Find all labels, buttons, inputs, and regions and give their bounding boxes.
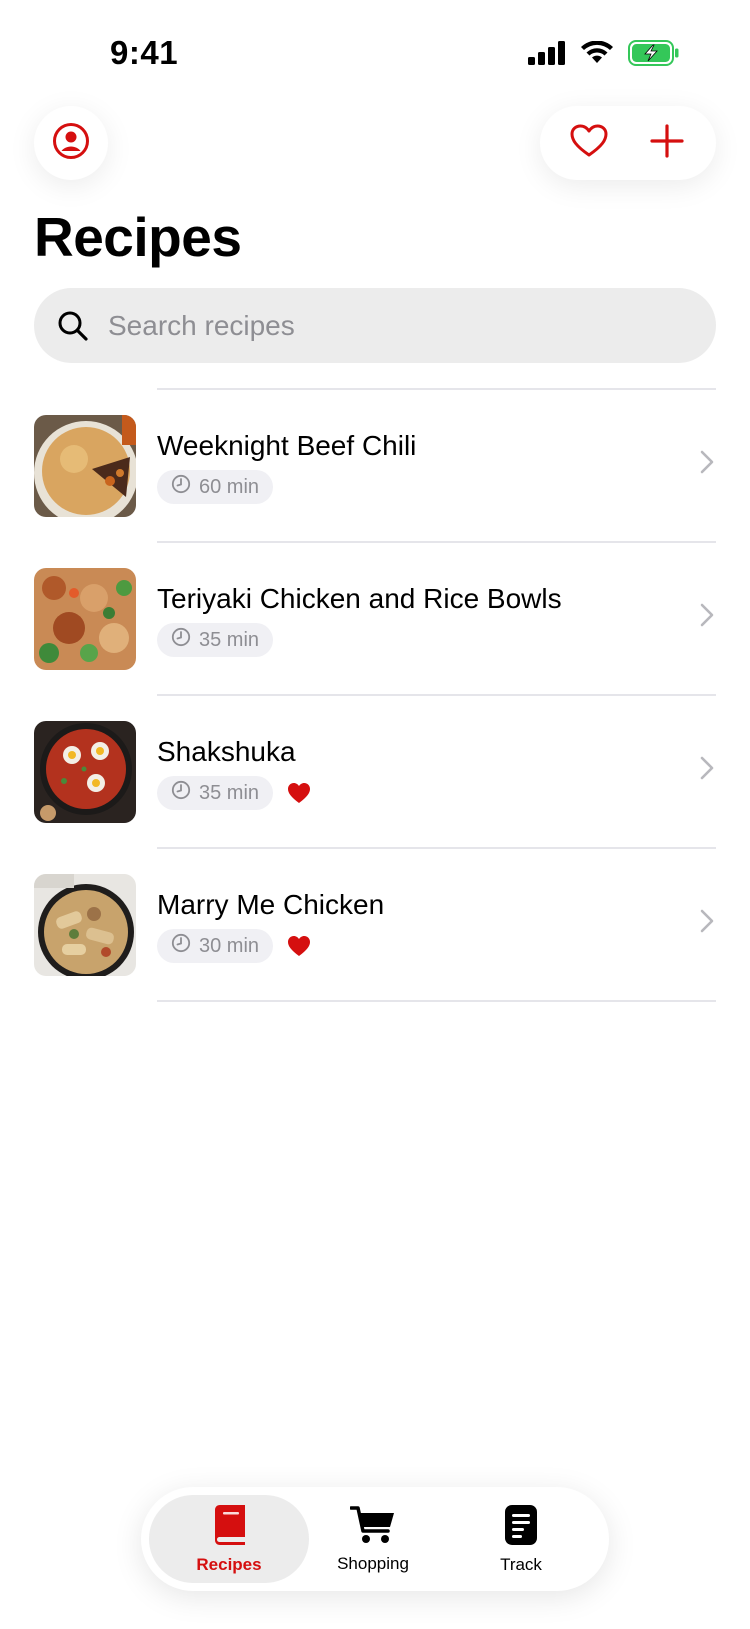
page-title: Recipes bbox=[34, 206, 242, 268]
recipe-row-weeknight-beef-chili[interactable]: Weeknight Beef Chili 60 min bbox=[0, 390, 750, 541]
heart-filled-icon bbox=[287, 782, 311, 804]
teriyaki-bowl-photo bbox=[34, 568, 136, 670]
search-icon bbox=[56, 309, 90, 343]
clock-icon bbox=[171, 933, 191, 959]
list-divider bbox=[157, 1000, 716, 1002]
tab-label: Shopping bbox=[337, 1553, 409, 1573]
search-input[interactable] bbox=[106, 308, 670, 343]
marry-me-chicken-photo bbox=[34, 874, 136, 976]
chevron-right-icon bbox=[700, 603, 714, 632]
time-label: 30 min bbox=[199, 934, 260, 957]
document-icon bbox=[504, 1504, 538, 1551]
profile-button[interactable] bbox=[34, 106, 108, 180]
wifi-icon bbox=[580, 40, 614, 70]
status-bar: 9:41 bbox=[0, 0, 750, 100]
time-label: 35 min bbox=[199, 628, 260, 651]
clock-icon bbox=[171, 780, 191, 806]
search-bar[interactable] bbox=[34, 288, 716, 363]
tab-label: Recipes bbox=[196, 1554, 262, 1574]
add-recipe-button[interactable] bbox=[637, 113, 697, 173]
recipe-name: Teriyaki Chicken and Rice Bowls bbox=[157, 583, 562, 614]
heart-filled-icon bbox=[287, 935, 311, 957]
recipe-meta: 60 min bbox=[157, 470, 274, 504]
recipe-list: Weeknight Beef Chili 60 min Teriyaki Chi… bbox=[0, 388, 750, 1002]
tab-bar: Recipes Shopping Track bbox=[141, 1487, 609, 1591]
clock-icon bbox=[171, 627, 191, 653]
clock-icon bbox=[171, 474, 191, 500]
time-label: 35 min bbox=[199, 781, 260, 804]
plus-icon bbox=[650, 123, 684, 163]
book-icon bbox=[211, 1504, 247, 1551]
time-label: 60 min bbox=[199, 475, 260, 498]
cellular-signal-icon bbox=[528, 41, 566, 70]
recipe-row-shakshuka[interactable]: Shakshuka 35 min bbox=[0, 696, 750, 847]
cart-icon bbox=[349, 1505, 396, 1550]
chevron-right-icon bbox=[700, 756, 714, 785]
beef-chili-photo bbox=[34, 415, 136, 517]
tab-label: Track bbox=[500, 1554, 542, 1574]
chevron-right-icon bbox=[700, 909, 714, 938]
status-icons bbox=[528, 40, 680, 71]
shakshuka-photo bbox=[34, 721, 136, 823]
tab-track[interactable]: Track bbox=[441, 1495, 601, 1583]
recipe-name: Shakshuka bbox=[157, 736, 296, 767]
time-badge: 35 min bbox=[157, 623, 274, 657]
time-badge: 30 min bbox=[157, 929, 274, 963]
recipe-meta: 35 min bbox=[157, 623, 274, 657]
recipe-row-marry-me-chicken[interactable]: Marry Me Chicken 30 min bbox=[0, 849, 750, 1000]
recipes-screen: 9:41 Recipes Search recipes Weeknight Be… bbox=[0, 0, 750, 1629]
chevron-right-icon bbox=[700, 450, 714, 479]
profile-icon bbox=[52, 122, 90, 165]
recipe-row-teriyaki-chicken[interactable]: Teriyaki Chicken and Rice Bowls 35 min bbox=[0, 543, 750, 694]
time-badge: 60 min bbox=[157, 470, 274, 504]
tab-shopping[interactable]: Shopping bbox=[293, 1495, 453, 1583]
time-badge: 35 min bbox=[157, 776, 274, 810]
recipe-meta: 30 min bbox=[157, 929, 311, 963]
recipe-name: Marry Me Chicken bbox=[157, 889, 385, 920]
header-actions bbox=[540, 106, 716, 180]
recipe-meta: 35 min bbox=[157, 776, 311, 810]
heart-outline-icon bbox=[570, 124, 608, 163]
battery-charging-icon bbox=[628, 40, 680, 71]
favorites-button[interactable] bbox=[559, 113, 619, 173]
tab-recipes[interactable]: Recipes bbox=[149, 1495, 309, 1583]
recipe-name: Weeknight Beef Chili bbox=[157, 430, 417, 461]
status-time: 9:41 bbox=[110, 34, 179, 71]
